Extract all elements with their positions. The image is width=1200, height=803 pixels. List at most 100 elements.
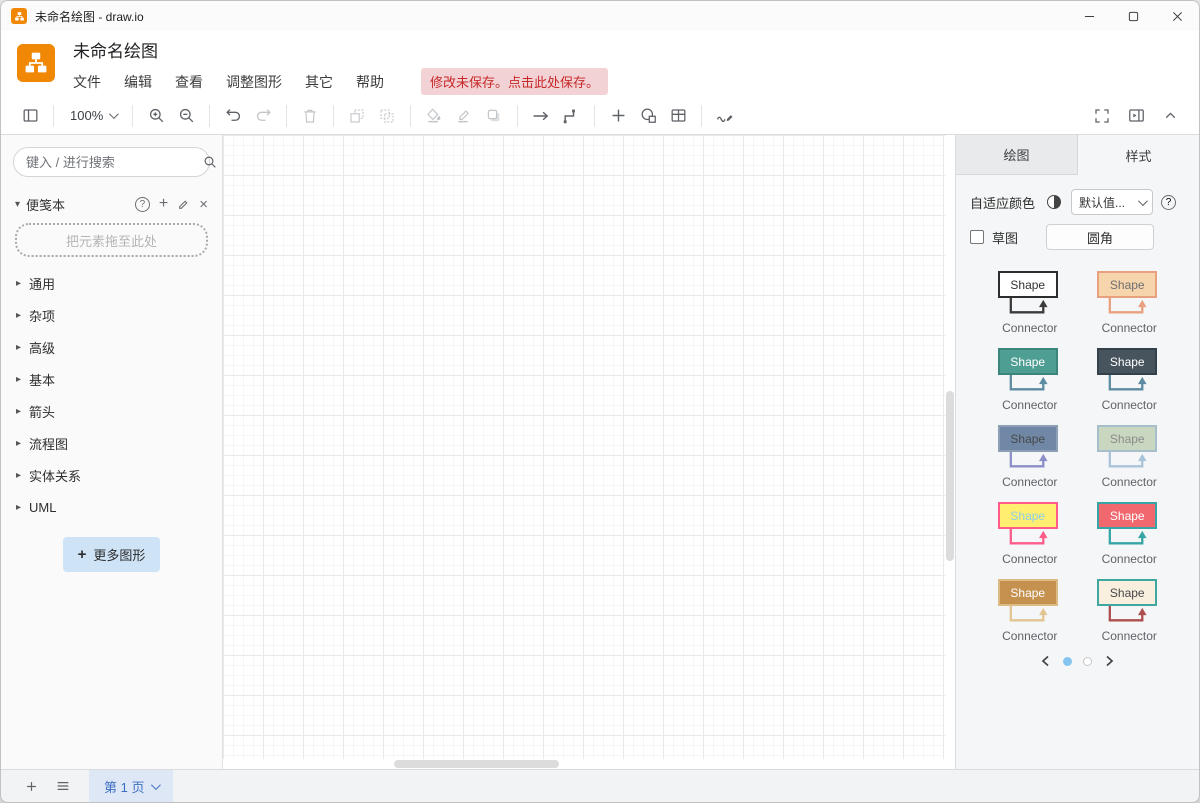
theme-dropdown[interactable]: 默认值... <box>1071 189 1153 215</box>
undo-button[interactable] <box>218 102 248 130</box>
menu-extras[interactable]: 其它 <box>301 69 337 95</box>
pages-list-button[interactable] <box>47 770 79 802</box>
scratchpad-label: 便笺本 <box>26 195 126 214</box>
adaptive-colors-label: 自适应颜色 <box>970 193 1035 212</box>
preset-shape: Shape <box>998 425 1058 452</box>
preset-shape: Shape <box>1097 425 1157 452</box>
maximize-button[interactable] <box>1111 1 1155 31</box>
menu-view[interactable]: 查看 <box>171 69 207 95</box>
horizontal-scrollbar[interactable] <box>394 760 559 768</box>
style-preset-card[interactable]: Shape Connector <box>1083 579 1175 643</box>
scratchpad-edit-icon[interactable] <box>177 198 190 211</box>
preset-shape: Shape <box>998 348 1058 375</box>
sidebar-item-arrows[interactable]: ▸箭头 <box>13 395 210 427</box>
sidebar-item-entity-relation[interactable]: ▸实体关系 <box>13 459 210 491</box>
format-panel-toggle-button[interactable] <box>1121 102 1151 130</box>
search-icon <box>202 154 218 170</box>
sidebar-item-uml[interactable]: ▸UML <box>13 491 210 523</box>
style-preset-card[interactable]: Shape Connector <box>984 502 1076 566</box>
preset-connector-label: Connector <box>984 629 1076 643</box>
rounded-button[interactable]: 圆角 <box>1046 224 1154 250</box>
menu-edit[interactable]: 编辑 <box>120 69 156 95</box>
line-color-button <box>449 102 479 130</box>
toggle-shapes-panel-button[interactable] <box>15 102 45 130</box>
header: 未命名绘图 文件 编辑 查看 调整图形 其它 帮助 修改未保存。点击此处保存。 <box>1 31 1199 97</box>
preset-connector-label: Connector <box>984 552 1076 566</box>
drawing-canvas[interactable] <box>223 135 945 759</box>
waypoints-button[interactable] <box>556 102 586 130</box>
menu-arrange[interactable]: 调整图形 <box>222 69 286 95</box>
pages-bar: 第 1 页 <box>1 769 1199 802</box>
scratchpad-help-icon[interactable]: ? <box>135 197 150 212</box>
section-label: 杂项 <box>29 306 55 325</box>
style-preset-card[interactable]: Shape Connector <box>984 579 1076 643</box>
style-preset-card[interactable]: Shape Connector <box>1083 271 1175 335</box>
fullscreen-button[interactable] <box>1087 102 1117 130</box>
pagination-dot[interactable] <box>1083 657 1092 666</box>
style-preset-card[interactable]: Shape Connector <box>1083 502 1175 566</box>
insert-shape-button[interactable] <box>633 102 663 130</box>
pagination-dot-active[interactable] <box>1063 657 1072 666</box>
app-window: 未命名绘图 - draw.io 未命名绘图 文件 编辑 查看 调整图形 <box>0 0 1200 803</box>
menu-file[interactable]: 文件 <box>69 69 105 95</box>
sketch-checkbox[interactable] <box>970 230 984 244</box>
drawio-logo <box>17 44 55 82</box>
style-preset-card[interactable]: Shape Connector <box>1083 425 1175 489</box>
style-preset-card[interactable]: Shape Connector <box>984 271 1076 335</box>
preset-shape-label: Shape <box>1010 509 1045 523</box>
chevron-collapsed-icon: ▸ <box>16 342 21 353</box>
title-bar: 未命名绘图 - draw.io <box>1 1 1199 31</box>
search-input[interactable] <box>26 155 202 170</box>
chevron-collapsed-icon: ▸ <box>16 470 21 481</box>
style-pagination <box>956 655 1199 667</box>
previous-page-icon[interactable] <box>1040 655 1052 667</box>
zoom-in-button[interactable] <box>141 102 171 130</box>
sidebar-item-basic[interactable]: ▸基本 <box>13 363 210 395</box>
zoom-value: 100% <box>70 108 103 123</box>
invert-colors-icon[interactable] <box>1047 195 1061 209</box>
tab-diagram[interactable]: 绘图 <box>956 135 1077 175</box>
zoom-out-button[interactable] <box>171 102 201 130</box>
sidebar-item-misc[interactable]: ▸ 杂项 <box>13 299 210 331</box>
zoom-dropdown[interactable]: 100% <box>62 108 124 123</box>
preset-shape: Shape <box>1097 502 1157 529</box>
scratchpad-header[interactable]: ▾ 便笺本 ? + × <box>15 193 208 215</box>
sidebar-item-general[interactable]: ▸通用 <box>13 267 210 299</box>
vertical-scrollbar[interactable] <box>946 391 954 561</box>
scratchpad-close-icon[interactable]: × <box>199 196 208 213</box>
insert-table-button[interactable] <box>663 102 693 130</box>
document-title[interactable]: 未命名绘图 <box>73 41 608 63</box>
menu-help[interactable]: 帮助 <box>352 69 388 95</box>
connection-arrow-button[interactable] <box>526 102 556 130</box>
tab-style[interactable]: 样式 <box>1077 135 1199 175</box>
freehand-button[interactable] <box>710 102 740 130</box>
unsaved-changes-alert[interactable]: 修改未保存。点击此处保存。 <box>421 68 608 95</box>
collapse-toolbar-button[interactable] <box>1155 102 1185 130</box>
next-page-icon[interactable] <box>1103 655 1115 667</box>
format-panel: 绘图 样式 自适应颜色 默认值... ? 草图 圆角 <box>955 135 1199 769</box>
style-preset-card[interactable]: Shape Connector <box>1083 348 1175 412</box>
scratchpad-add-icon[interactable]: + <box>159 195 168 213</box>
style-preset-card[interactable]: Shape Connector <box>984 348 1076 412</box>
insert-button[interactable] <box>603 102 633 130</box>
minimize-button[interactable] <box>1067 1 1111 31</box>
sidebar-item-flowchart[interactable]: ▸流程图 <box>13 427 210 459</box>
scratchpad-dropzone[interactable]: 把元素拖至此处 <box>15 223 208 257</box>
preset-connector-icon <box>1099 606 1155 627</box>
more-shapes-button[interactable]: + 更多图形 <box>63 537 161 572</box>
add-page-button[interactable] <box>15 770 47 802</box>
chevron-collapsed-icon: ▸ <box>16 310 21 321</box>
page-tab[interactable]: 第 1 页 <box>89 770 173 802</box>
theme-dropdown-value: 默认值... <box>1079 194 1125 211</box>
preset-connector-icon <box>1000 298 1056 319</box>
chevron-down-icon <box>151 780 161 790</box>
shape-search-box[interactable] <box>13 147 210 177</box>
style-preset-card[interactable]: Shape Connector <box>984 425 1076 489</box>
fill-color-button <box>419 102 449 130</box>
sidebar-item-advanced[interactable]: ▸高级 <box>13 331 210 363</box>
format-panel-tabs: 绘图 样式 <box>956 135 1199 175</box>
style-help-icon[interactable]: ? <box>1161 195 1176 210</box>
section-label: 箭头 <box>29 402 55 421</box>
close-button[interactable] <box>1155 1 1199 31</box>
chevron-collapsed-icon: ▸ <box>16 502 21 513</box>
